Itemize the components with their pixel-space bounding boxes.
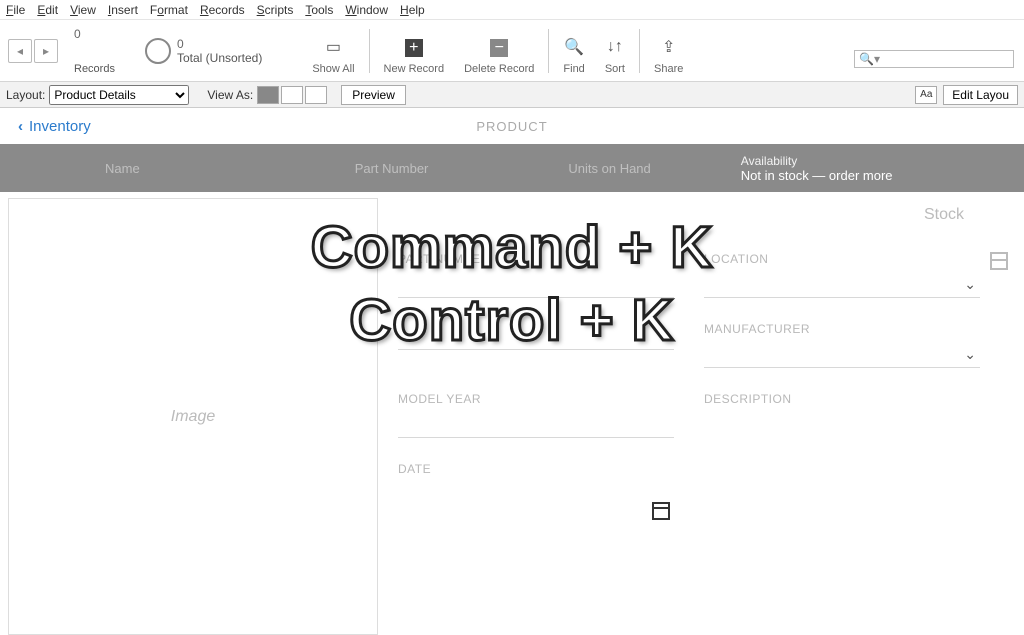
total-number: 0 (177, 37, 262, 51)
location-field[interactable]: ⌄ (704, 270, 980, 298)
chevron-down-icon: ⌄ (964, 276, 976, 293)
total-label: Total (Unsorted) (177, 51, 262, 65)
toolbar: ◂ ▸ 0 Records 0 Total (Unsorted) ▭ Show … (0, 20, 1024, 82)
description-label: DESCRIPTION (704, 392, 980, 406)
band-units-label: Units on Hand (568, 161, 650, 176)
minus-icon: − (490, 39, 508, 57)
layout-select[interactable]: Product Details (49, 85, 189, 105)
sort-button[interactable]: ↓↑ Sort (595, 20, 635, 81)
partnumber-field[interactable] (398, 270, 674, 298)
new-record-button[interactable]: + New Record (374, 20, 455, 81)
plus-icon: + (405, 39, 423, 57)
menu-bar: File Edit View Insert Format Records Scr… (0, 0, 1024, 20)
find-button[interactable]: 🔍 Find (553, 20, 594, 81)
menu-tools[interactable]: Tools (305, 3, 333, 17)
records-label: Records (74, 63, 115, 75)
description-field[interactable] (704, 410, 980, 438)
nav-prev-button[interactable]: ◂ (8, 39, 32, 63)
manufacturer-label: MANUFACTURER (704, 322, 980, 336)
records-counter: 0 Records (74, 27, 115, 75)
delete-record-button[interactable]: − Delete Record (454, 20, 544, 81)
sort-label: Sort (605, 63, 625, 75)
menu-window[interactable]: Window (345, 3, 388, 17)
modelyear-field[interactable] (398, 410, 674, 438)
view-form-button[interactable] (257, 86, 279, 104)
date-label: DATE (398, 462, 674, 476)
band-name-label: Name (105, 161, 140, 176)
total-records-group: 0 Total (Unsorted) (145, 37, 262, 65)
calendar-icon[interactable] (652, 502, 670, 520)
chevron-down-icon: ⌄ (964, 346, 976, 363)
menu-scripts[interactable]: Scripts (257, 3, 294, 17)
image-placeholder[interactable]: Image (8, 198, 378, 635)
image-placeholder-label: Image (171, 408, 215, 426)
band-partnum-label: Part Number (355, 161, 429, 176)
menu-file[interactable]: File (6, 3, 25, 17)
menu-view[interactable]: View (70, 3, 96, 17)
menu-help[interactable]: Help (400, 3, 425, 17)
availability-value: Not in stock — order more (741, 168, 893, 183)
search-input[interactable]: 🔍▾ (854, 50, 1014, 68)
manufacturer-field[interactable]: ⌄ (704, 340, 980, 368)
records-number: 0 (74, 27, 115, 41)
record-summary-band: Name Part Number Units on Hand Availabil… (0, 144, 1024, 192)
form-area: Stock PART NUMBER LOCATION ⌄ MANUFACTURE… (378, 192, 1024, 635)
share-button[interactable]: ⇪ Share (644, 20, 693, 81)
menu-records[interactable]: Records (200, 3, 245, 17)
show-all-icon: ▭ (323, 37, 343, 57)
menu-insert[interactable]: Insert (108, 3, 138, 17)
show-all-button[interactable]: ▭ Show All (302, 20, 364, 81)
find-icon: 🔍 (564, 37, 584, 57)
record-body: Image Stock PART NUMBER LOCATION ⌄ MANUF… (0, 192, 1024, 635)
layout-bar: Layout: Product Details View As: Preview… (0, 82, 1024, 108)
find-label: Find (563, 63, 584, 75)
page-title: PRODUCT (476, 119, 547, 134)
date-field[interactable] (398, 480, 674, 508)
partnumber-label: PART NUMBER (398, 252, 674, 266)
text-format-button[interactable]: Aa (915, 86, 937, 104)
back-chevron-icon[interactable]: ‹ (18, 118, 23, 135)
location-label: LOCATION (704, 252, 980, 266)
preview-button[interactable]: Preview (341, 85, 406, 105)
band-availability: Availability Not in stock — order more (741, 154, 893, 183)
share-label: Share (654, 63, 683, 75)
menu-edit[interactable]: Edit (37, 3, 58, 17)
view-list-button[interactable] (281, 86, 303, 104)
modelyear-label: MODEL YEAR (398, 392, 674, 406)
back-link[interactable]: Inventory (29, 118, 91, 135)
pie-icon (145, 38, 171, 64)
share-icon: ⇪ (659, 37, 679, 57)
view-table-button[interactable] (305, 86, 327, 104)
delete-record-label: Delete Record (464, 63, 534, 75)
breadcrumb: ‹ Inventory PRODUCT (0, 108, 1024, 144)
show-all-label: Show All (312, 63, 354, 75)
nav-next-button[interactable]: ▸ (34, 39, 58, 63)
table-icon[interactable] (990, 252, 1008, 270)
viewas-label: View As: (207, 88, 253, 102)
menu-format[interactable]: Format (150, 3, 188, 17)
availability-label: Availability (741, 154, 893, 168)
layout-label: Layout: (6, 88, 45, 102)
edit-layout-button[interactable]: Edit Layou (943, 85, 1018, 105)
new-record-label: New Record (384, 63, 445, 75)
sort-icon: ↓↑ (605, 37, 625, 57)
stock-tab[interactable]: Stock (924, 206, 964, 224)
blank-field-1[interactable] (398, 322, 674, 350)
